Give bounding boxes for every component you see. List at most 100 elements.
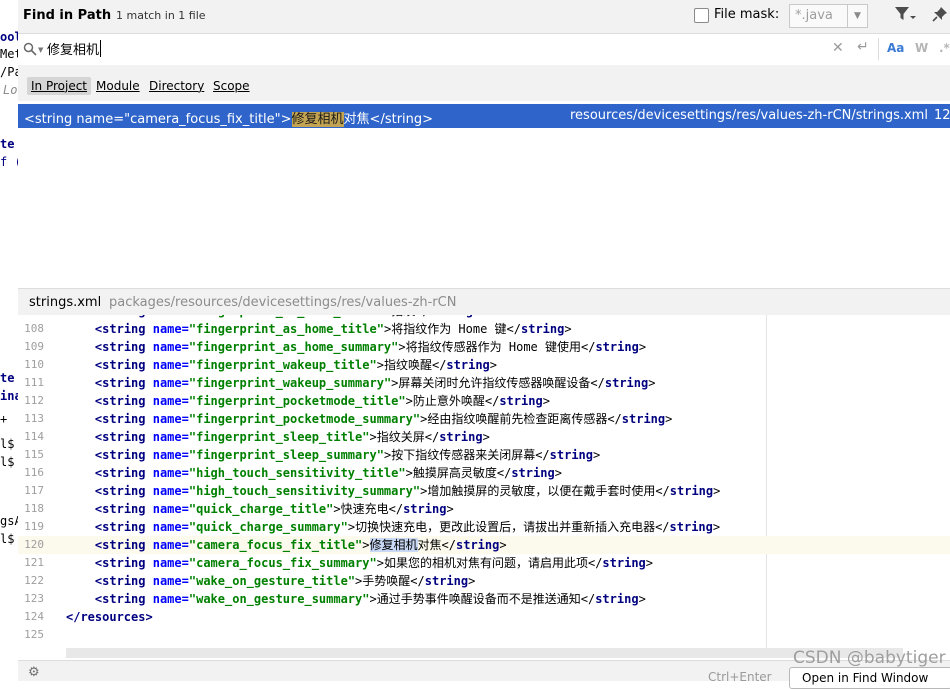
code-line: 111 <string name="fingerprint_wakeup_sum… <box>18 374 950 392</box>
xml-tag-close: > <box>347 520 356 534</box>
code-line: 114 <string name="fingerprint_sleep_titl… <box>18 428 950 446</box>
tab-module[interactable]: Module <box>92 77 144 95</box>
tab-scope[interactable]: Scope <box>209 77 254 95</box>
line-number: 116 <box>24 466 44 479</box>
file-mask-combo[interactable]: *.java ▼ <box>789 4 868 28</box>
xml-tag-open: </ <box>587 556 603 570</box>
xml-tag-name: string <box>102 430 146 444</box>
xml-attr-value: fingerprint_as_home_summary <box>196 340 392 354</box>
xml-attr-name: name= <box>145 520 189 534</box>
horizontal-scrollbar[interactable] <box>66 648 903 658</box>
xml-quote: " <box>369 556 377 570</box>
preview-header: strings.xml packages/resources/deviceset… <box>18 288 950 316</box>
line-number: 122 <box>24 574 44 587</box>
pin-icon[interactable] <box>932 6 948 25</box>
open-in-find-window-label: Open in Find Window <box>802 671 929 685</box>
result-code: <string name="camera_focus_fix_title">修复… <box>24 108 433 127</box>
result-row[interactable]: <string name="camera_focus_fix_title">修复… <box>18 104 950 128</box>
line-number: 123 <box>24 592 44 605</box>
open-in-find-window-button[interactable]: Open in Find Window <box>789 667 950 689</box>
clear-icon[interactable]: ✕ <box>832 40 844 56</box>
xml-quote: " <box>188 538 197 552</box>
xml-tag-close: > <box>145 610 153 624</box>
watermark: CSDN @babytiger <box>793 648 946 668</box>
xml-tag-close: > <box>712 520 721 534</box>
match-count: 1 match in 1 file <box>116 9 206 22</box>
line-number: 110 <box>24 358 44 371</box>
whole-words-toggle[interactable]: W <box>915 41 928 55</box>
xml-tag-name: string <box>102 358 146 372</box>
search-field[interactable]: ▼ 修复相机 ✕ ↵ Aa W .* <box>18 33 950 66</box>
xml-attr-value: fingerprint_sleep_summary <box>196 448 377 462</box>
xml-quote: " <box>188 430 197 444</box>
chevron-down-icon[interactable]: ▼ <box>847 5 867 27</box>
xml-tag-name: string <box>602 556 646 570</box>
xml-tag-close: > <box>376 358 384 372</box>
tab-directory[interactable]: Directory <box>145 77 208 95</box>
xml-tag-open: </ <box>581 340 596 354</box>
xml-tag-close: > <box>369 430 377 444</box>
new-line-icon[interactable]: ↵ <box>857 39 869 55</box>
xml-tag-name: string <box>102 592 146 606</box>
xml-quote: " <box>188 448 197 462</box>
xml-tag-name: string <box>521 322 565 336</box>
gear-icon[interactable]: ⚙ <box>28 665 40 680</box>
xml-quote: " <box>188 376 197 390</box>
code-line: 116 <string name="high_touch_sensitivity… <box>18 464 950 482</box>
xml-tag-close: > <box>564 322 572 336</box>
code-line: 123 <string name="wake_on_gesture_summar… <box>18 590 950 608</box>
tab-in-project[interactable]: In Project <box>27 77 92 95</box>
code-line: 109 <string name="fingerprint_as_home_su… <box>18 338 950 356</box>
line-number: 124 <box>24 610 44 623</box>
match-case-toggle[interactable]: Aa <box>887 41 904 55</box>
line-number: 120 <box>24 538 44 551</box>
code-preview[interactable]: 107 <string name="fingerprint_as_home_ti… <box>18 315 950 648</box>
line-number: 121 <box>24 556 44 569</box>
xml-attr-value: fingerprint_wakeup_summary <box>196 376 384 390</box>
xml-tag-close: > <box>665 412 673 426</box>
xml-tag-name: string <box>102 574 146 588</box>
xml-attr-name: name= <box>145 484 189 498</box>
string-text: 防止意外唤醒 <box>412 394 485 408</box>
popup-title: Find in Path <box>23 8 112 23</box>
file-mask-label[interactable]: File mask: <box>714 7 779 22</box>
xml-tag-name: string <box>669 520 713 534</box>
xml-tag-close: > <box>362 538 370 552</box>
background-code-fragment: /Pa <box>0 65 18 79</box>
background-code-fragment: gsA <box>0 514 18 528</box>
search-icon[interactable] <box>23 42 37 59</box>
xml-attr-value: quick_charge_title <box>196 502 327 516</box>
background-code-fragment: te <box>0 137 15 151</box>
search-history-chevron-icon[interactable]: ▼ <box>38 46 43 54</box>
xml-attr-name: name= <box>145 538 189 552</box>
xml-attr-name: name= <box>145 322 189 336</box>
xml-attr-value: wake_on_gesture_title <box>196 574 348 588</box>
xml-attr-name: name= <box>145 592 189 606</box>
xml-tag-open: </ <box>415 315 429 318</box>
xml-tag-open: </ <box>66 610 81 624</box>
filter-icon[interactable] <box>894 6 916 25</box>
popup-header[interactable]: Find in Path 1 match in 1 file File mask… <box>18 0 950 33</box>
text-caret <box>100 40 101 57</box>
xml-tag-close: > <box>482 430 490 444</box>
xml-tag-open: </ <box>496 466 512 480</box>
xml-quote: " <box>362 592 370 606</box>
xml-tag-name: string <box>621 412 666 426</box>
regex-toggle[interactable]: .* <box>939 41 950 55</box>
code-line: 113 <string name="fingerprint_pocketmode… <box>18 410 950 428</box>
xml-attr-name: name= <box>146 315 189 318</box>
xml-quote: " <box>188 412 197 426</box>
file-mask-checkbox[interactable] <box>694 8 709 23</box>
xml-tag-open: </ <box>431 358 447 372</box>
search-input[interactable]: 修复相机 <box>47 39 99 58</box>
code-text: <string name="high_touch_sensitivity_tit… <box>66 464 562 482</box>
